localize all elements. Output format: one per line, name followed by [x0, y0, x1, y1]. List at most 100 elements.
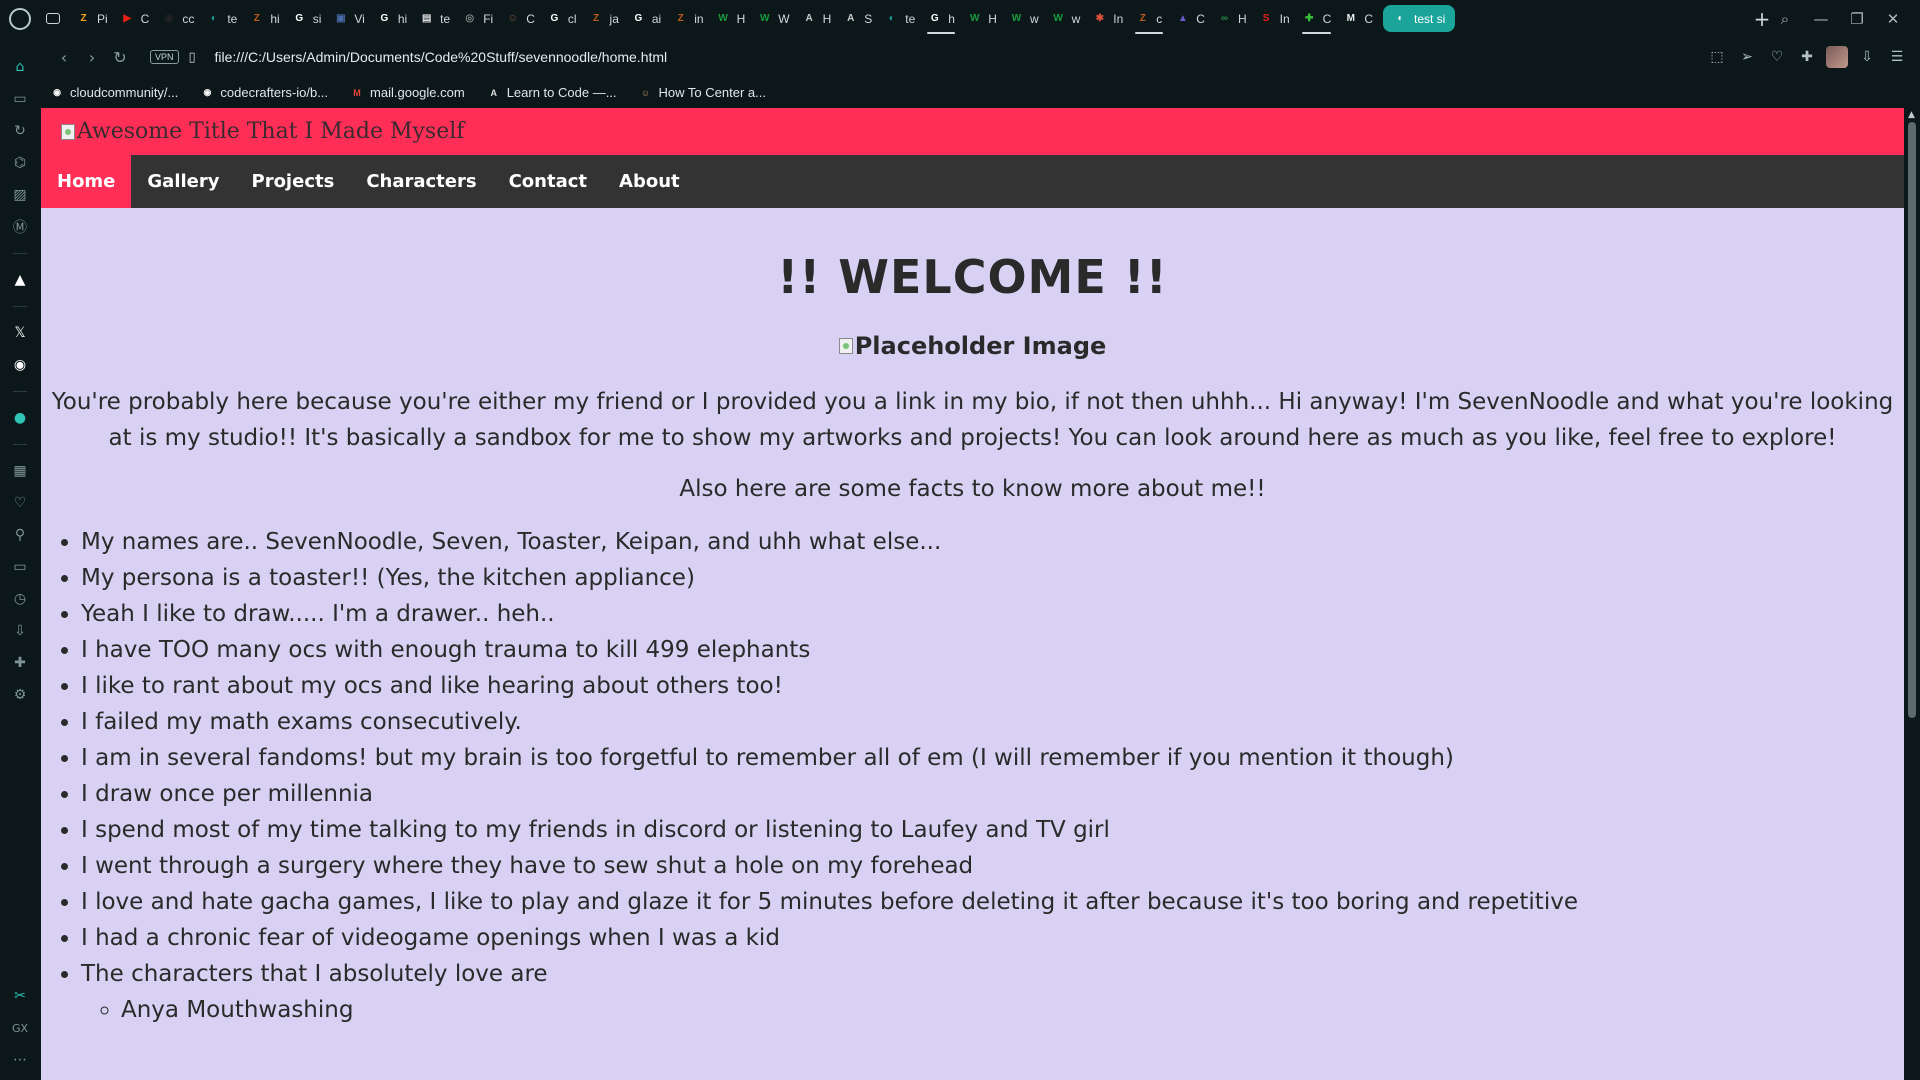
- restore-button[interactable]: ❐: [1846, 8, 1868, 30]
- tab[interactable]: Gai: [625, 0, 667, 37]
- download-icon[interactable]: ⇩: [6, 617, 34, 645]
- discord-icon[interactable]: ◉: [6, 351, 34, 379]
- fact-item: Yeah I like to draw..... I'm a drawer.. …: [81, 596, 1904, 632]
- search-tabs-icon[interactable]: ⌕: [1774, 8, 1796, 30]
- tab[interactable]: Ww: [1045, 0, 1087, 37]
- new-tab-button[interactable]: +: [1750, 7, 1774, 31]
- bookmark-favicon-icon: ◉: [53, 87, 61, 97]
- tab[interactable]: Zja: [583, 0, 625, 37]
- nav-link-characters[interactable]: Characters: [350, 155, 492, 208]
- tab[interactable]: Zc: [1129, 0, 1169, 37]
- tab-title: ai: [651, 11, 662, 26]
- tab-active[interactable]: ◐ test si: [1383, 5, 1456, 32]
- m-app-icon[interactable]: Ⓜ: [6, 213, 34, 241]
- tab[interactable]: Zin: [667, 0, 709, 37]
- tab[interactable]: WH: [710, 0, 752, 37]
- vpn-badge[interactable]: VPN: [150, 50, 179, 64]
- extensions-icon[interactable]: ✚: [6, 649, 34, 677]
- x-twitter-icon[interactable]: 𝕏: [6, 319, 34, 347]
- settings-icon[interactable]: ⚙: [6, 681, 34, 709]
- home-icon[interactable]: ⌂: [6, 53, 34, 81]
- scroll-up-arrow-icon[interactable]: ▲: [1908, 110, 1915, 120]
- tab-favicon-icon: ◐: [210, 13, 217, 24]
- tab-title: in: [694, 11, 704, 26]
- gx-icon[interactable]: GX: [6, 1014, 34, 1042]
- bookmark-item[interactable]: Mmail.google.com: [350, 85, 464, 100]
- tab-bookmark-pinned[interactable]: [40, 0, 70, 37]
- tab[interactable]: AH: [796, 0, 838, 37]
- grid-icon[interactable]: ▦: [6, 457, 34, 485]
- tab[interactable]: Gh: [921, 0, 961, 37]
- gaming-icon[interactable]: ▭: [6, 85, 34, 113]
- nav-link-about[interactable]: About: [603, 155, 696, 208]
- bookmark-item[interactable]: ☺ How To Center a...: [639, 85, 766, 100]
- tab[interactable]: ☺ C: [499, 0, 541, 37]
- tab[interactable]: ◐ te: [878, 0, 921, 37]
- tab-islands-icon[interactable]: ▭: [6, 553, 34, 581]
- tab[interactable]: ∞ H: [1211, 0, 1253, 37]
- reload-button[interactable]: ↻: [106, 43, 134, 71]
- back-button[interactable]: ‹: [50, 43, 78, 71]
- tab[interactable]: ◎ Fi: [456, 0, 499, 37]
- tab[interactable]: ▶ C: [114, 0, 156, 37]
- scroll-thumb[interactable]: [1908, 122, 1916, 718]
- tab[interactable]: WH: [961, 0, 1003, 37]
- tab[interactable]: Ww: [1003, 0, 1045, 37]
- url-field[interactable]: file:///C:/Users/Admin/Documents/Code%20…: [215, 49, 1706, 65]
- forward-button[interactable]: ›: [78, 43, 106, 71]
- tab-title: H: [1237, 11, 1247, 26]
- character-item: Anya Mouthwashing: [121, 992, 1904, 1028]
- tab-title: te: [227, 11, 238, 26]
- tab[interactable]: ▤ te: [413, 0, 456, 37]
- media-icon[interactable]: ▨: [6, 181, 34, 209]
- bookmark-item[interactable]: ◉ cloudcommunity/...: [50, 85, 178, 100]
- extensions-puzzle-icon[interactable]: ✚: [1796, 46, 1818, 68]
- tab[interactable]: Z Pi: [70, 0, 114, 37]
- tab[interactable]: S In: [1253, 0, 1296, 37]
- tab[interactable]: MC: [1337, 0, 1379, 37]
- nav-link-contact[interactable]: Contact: [493, 155, 603, 208]
- close-window-button[interactable]: ✕: [1882, 8, 1904, 30]
- browser-logo-icon[interactable]: [0, 0, 40, 37]
- tab[interactable]: ✱ In: [1086, 0, 1129, 37]
- tab[interactable]: ✚ C: [1296, 0, 1338, 37]
- tab[interactable]: ◐ te: [200, 0, 243, 37]
- tab[interactable]: Gcl: [541, 0, 583, 37]
- tab[interactable]: WW: [751, 0, 795, 37]
- aria-icon[interactable]: ▲: [6, 266, 34, 294]
- tab[interactable]: Gsi: [286, 0, 328, 37]
- bookmark-item[interactable]: ◉ codecrafters-io/b...: [200, 85, 328, 100]
- tab[interactable]: ▲ C: [1169, 0, 1211, 37]
- fact-text: I love and hate gacha games, I like to p…: [81, 889, 1578, 915]
- tab[interactable]: AS: [837, 0, 878, 37]
- spotify-icon[interactable]: ●: [6, 404, 34, 432]
- easy-setup-icon[interactable]: ☰: [1886, 46, 1908, 68]
- fact-text: I like to rant about my ocs and like hea…: [81, 673, 783, 699]
- heart-icon[interactable]: ♡: [6, 489, 34, 517]
- fact-text: I have TOO many ocs with enough trauma t…: [81, 637, 811, 663]
- more-icon[interactable]: ⋯: [6, 1046, 34, 1074]
- site-header: Awesome Title That I Made Myself: [41, 108, 1904, 155]
- fact-item: I like to rant about my ocs and like hea…: [81, 668, 1904, 704]
- snapshot-icon[interactable]: ⬚: [1706, 46, 1728, 68]
- minimize-button[interactable]: —: [1810, 8, 1832, 30]
- downloads-icon[interactable]: ⇩: [1856, 46, 1878, 68]
- tab[interactable]: ▣ Vi: [327, 0, 370, 37]
- history-icon[interactable]: ◷: [6, 585, 34, 613]
- flow-icon[interactable]: ✂: [6, 982, 34, 1010]
- profile-avatar[interactable]: [1826, 46, 1848, 68]
- send-icon[interactable]: ➢: [1736, 46, 1758, 68]
- nav-link-gallery[interactable]: Gallery: [131, 155, 235, 208]
- page-scrollbar[interactable]: ▲: [1904, 108, 1920, 1080]
- robot-icon[interactable]: ⌬: [6, 149, 34, 177]
- bookmark-item[interactable]: A Learn to Code —...: [487, 85, 616, 100]
- pin-icon[interactable]: ⚲: [6, 521, 34, 549]
- tab[interactable]: ◉ cc: [155, 0, 200, 37]
- tab[interactable]: Ghi: [371, 0, 413, 37]
- nav-link-home[interactable]: Home: [41, 155, 132, 208]
- refresh-circle-icon[interactable]: ↻: [6, 117, 34, 145]
- tab[interactable]: Zhi: [243, 0, 285, 37]
- bookmark-heart-icon[interactable]: ♡: [1766, 46, 1788, 68]
- page-viewport: Awesome Title That I Made Myself Home Gal…: [41, 108, 1904, 1080]
- nav-link-projects[interactable]: Projects: [236, 155, 351, 208]
